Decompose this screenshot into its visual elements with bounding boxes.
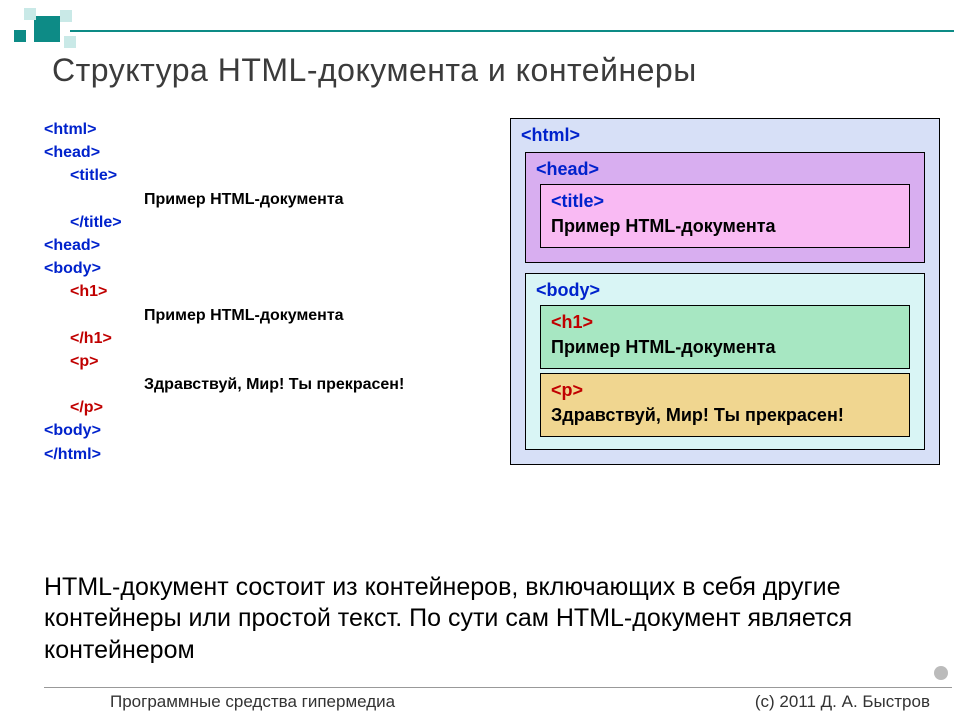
watermark-icon <box>934 666 948 680</box>
code-html-open: <html> <box>44 118 474 141</box>
h1-label: <h1> <box>551 312 899 333</box>
footer-right: (c) 2011 Д. А. Быстров <box>755 692 930 712</box>
code-html-close: </html> <box>44 443 474 466</box>
code-h1-close: </h1> <box>44 327 474 350</box>
title-container: <title> Пример HTML-документа <box>540 184 910 248</box>
code-title-close: </title> <box>44 211 474 234</box>
logo-mark <box>6 8 96 50</box>
code-head-close: <head> <box>44 234 474 257</box>
code-title-open: <title> <box>44 164 474 187</box>
h1-container: <h1> Пример HTML-документа <box>540 305 910 369</box>
code-h1-text: Пример HTML-документа <box>44 304 474 327</box>
h1-content: Пример HTML-документа <box>551 337 899 358</box>
p-container: <p> Здравствуй, Мир! Ты прекрасен! <box>540 373 910 437</box>
body-container: <body> <h1> Пример HTML-документа <p> Зд… <box>525 273 925 450</box>
title-label: <title> <box>551 191 899 212</box>
code-p-text: Здравствуй, Мир! Ты прекрасен! <box>44 373 474 396</box>
slide-description: HTML-документ состоит из контейнеров, вк… <box>44 572 914 666</box>
code-head-open: <head> <box>44 141 474 164</box>
code-title-text: Пример HTML-документа <box>44 188 474 211</box>
p-label: <p> <box>551 380 899 401</box>
code-p-close: </p> <box>44 396 474 419</box>
body-label: <body> <box>536 280 914 301</box>
container-diagram: <html> <head> <title> Пример HTML-докуме… <box>510 118 940 475</box>
html-label: <html> <box>521 125 929 146</box>
html-container: <html> <head> <title> Пример HTML-докуме… <box>510 118 940 465</box>
code-p-open: <p> <box>44 350 474 373</box>
code-body-open: <body> <box>44 257 474 280</box>
footer-left: Программные средства гипермедиа <box>110 692 395 712</box>
head-label: <head> <box>536 159 914 180</box>
head-container: <head> <title> Пример HTML-документа <box>525 152 925 263</box>
code-block: <html> <head> <title> Пример HTML-докуме… <box>44 118 474 466</box>
title-content: Пример HTML-документа <box>551 216 899 237</box>
slide-title: Структура HTML-документа и контейнеры <box>52 52 697 89</box>
header-rule <box>70 30 954 32</box>
code-body-close: <body> <box>44 419 474 442</box>
footer-rule <box>44 687 952 688</box>
p-content: Здравствуй, Мир! Ты прекрасен! <box>551 405 899 426</box>
code-h1-open: <h1> <box>44 280 474 303</box>
